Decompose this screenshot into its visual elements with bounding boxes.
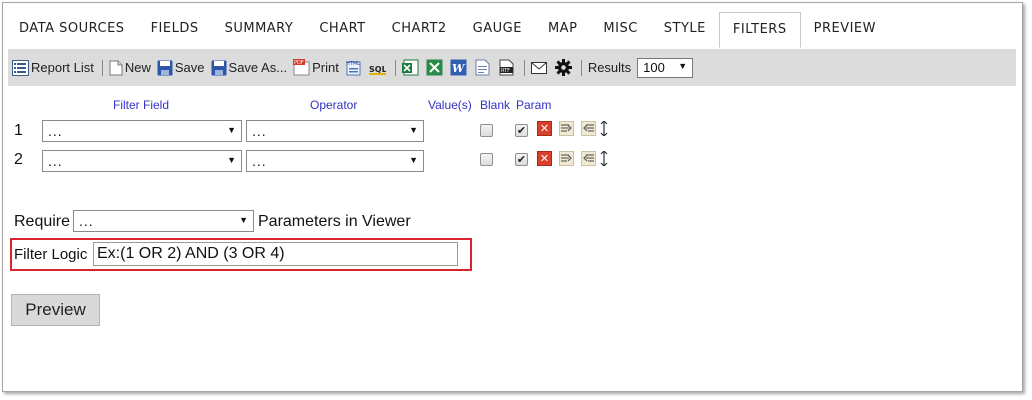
move-up-icon[interactable] xyxy=(559,151,574,166)
blank-checkbox[interactable] xyxy=(480,124,493,137)
print-label: Print xyxy=(312,60,339,75)
filter-field-select[interactable]: ... ▼ xyxy=(42,150,242,172)
param-checkbox[interactable]: ✔ xyxy=(515,124,528,137)
html-export-button[interactable]: HTML xyxy=(345,59,362,76)
email-button[interactable] xyxy=(531,59,548,76)
chevron-down-icon: ▼ xyxy=(227,155,236,165)
header-blank: Blank xyxy=(480,98,511,112)
save-button[interactable]: Save xyxy=(157,60,205,76)
svg-text:W: W xyxy=(452,62,466,75)
move-up-icon[interactable] xyxy=(559,121,574,136)
results-label: Results xyxy=(587,60,632,75)
excel-alt-export-button[interactable] xyxy=(426,59,443,76)
results-select[interactable]: 100 ▼ xyxy=(637,57,694,78)
filter-field-value: ... xyxy=(48,123,63,139)
excel-export-button[interactable] xyxy=(401,59,419,76)
chevron-down-icon: ▼ xyxy=(227,125,236,135)
header-values: Value(s) xyxy=(428,98,472,112)
operator-select[interactable]: ... ▼ xyxy=(246,120,424,142)
filter-field-value: ... xyxy=(48,153,63,169)
report-list-label: Report List xyxy=(31,60,94,75)
save-icon xyxy=(157,60,173,75)
print-button[interactable]: PDF Print xyxy=(293,59,339,76)
chevron-down-icon: ▼ xyxy=(409,125,418,135)
move-down-icon[interactable] xyxy=(581,151,596,166)
filter-logic-label: Filter Logic xyxy=(14,246,88,263)
toolbar-divider xyxy=(580,59,582,76)
svg-text:SQL: SQL xyxy=(369,65,386,74)
blank-checkbox[interactable] xyxy=(480,153,493,166)
require-suffix: Parameters in Viewer xyxy=(258,213,411,230)
toolbar: Report List New Save Save As... PDF Prin… xyxy=(8,49,1016,86)
operator-value: ... xyxy=(252,153,267,169)
tab-misc[interactable]: MISC xyxy=(590,12,650,48)
sql-icon: SQL xyxy=(368,65,386,75)
drag-handle-icon[interactable] xyxy=(599,151,609,166)
report-list-button[interactable]: Report List xyxy=(12,59,94,76)
filter-row-number: 2 xyxy=(14,151,23,168)
gear-icon xyxy=(554,59,572,76)
sql-button[interactable]: SQL xyxy=(368,59,386,76)
new-label: New xyxy=(124,60,151,75)
drag-handle-icon[interactable] xyxy=(599,121,609,136)
tab-style[interactable]: STYLE xyxy=(651,12,719,48)
require-label: Require xyxy=(14,213,71,230)
settings-button[interactable] xyxy=(554,59,572,76)
report-list-icon xyxy=(12,59,29,76)
save-label: Save xyxy=(174,60,205,75)
svg-text:RTF: RTF xyxy=(501,68,510,74)
results-value: 100 xyxy=(643,59,665,75)
operator-value: ... xyxy=(252,123,267,139)
move-down-icon[interactable] xyxy=(581,121,596,136)
filter-field-select[interactable]: ... ▼ xyxy=(42,120,242,142)
tab-bar: DATA SOURCES FIELDS SUMMARY CHART CHART2… xyxy=(6,12,1032,48)
tab-filters[interactable]: FILTERS xyxy=(718,12,801,48)
save-as-button[interactable]: Save As... xyxy=(211,60,288,76)
tab-map[interactable]: MAP xyxy=(535,12,590,48)
word-export-button[interactable]: W xyxy=(450,59,467,76)
svg-text:PDF: PDF xyxy=(294,60,304,66)
chevron-down-icon: ▼ xyxy=(678,60,688,71)
tab-preview[interactable]: PREVIEW xyxy=(801,12,889,48)
toolbar-divider xyxy=(394,59,396,76)
excel-icon xyxy=(401,59,419,76)
header-operator: Operator xyxy=(310,98,358,112)
save-as-label: Save As... xyxy=(228,60,288,75)
svg-text:HTML: HTML xyxy=(346,61,360,67)
html-icon: HTML xyxy=(346,61,361,76)
toolbar-divider xyxy=(101,59,103,76)
save-as-icon xyxy=(211,60,227,75)
pdf-print-icon: PDF xyxy=(293,59,310,76)
toolbar-divider xyxy=(523,59,525,76)
operator-select[interactable]: ... ▼ xyxy=(246,150,424,172)
require-select[interactable]: ... ▼ xyxy=(73,210,254,232)
new-button[interactable]: New xyxy=(109,60,151,76)
rtf-icon: RTF xyxy=(499,59,514,76)
tab-data-sources[interactable]: DATA SOURCES xyxy=(6,12,138,48)
tab-chart[interactable]: CHART xyxy=(306,12,378,48)
tab-gauge[interactable]: GAUGE xyxy=(460,12,535,48)
tab-fields[interactable]: FIELDS xyxy=(138,12,212,48)
param-checkbox[interactable]: ✔ xyxy=(515,153,528,166)
word-icon: W xyxy=(450,59,467,76)
delete-filter-icon[interactable]: ✕ xyxy=(537,121,552,136)
email-icon xyxy=(531,61,548,74)
header-filter-field: Filter Field xyxy=(113,98,170,112)
text-export-button[interactable] xyxy=(474,59,491,76)
chevron-down-icon: ▼ xyxy=(409,155,418,165)
filter-row-number: 1 xyxy=(14,122,23,139)
require-value: ... xyxy=(79,213,94,229)
tab-summary[interactable]: SUMMARY xyxy=(212,12,307,48)
text-icon xyxy=(475,59,490,76)
rtf-export-button[interactable]: RTF xyxy=(498,59,515,76)
filter-logic-input[interactable] xyxy=(93,242,458,266)
preview-button[interactable]: Preview xyxy=(11,294,100,326)
header-param: Param xyxy=(516,98,552,112)
delete-filter-icon[interactable]: ✕ xyxy=(537,151,552,166)
chevron-down-icon: ▼ xyxy=(239,215,248,225)
tab-chart2[interactable]: CHART2 xyxy=(379,12,460,48)
excel-alt-icon xyxy=(426,59,443,76)
new-icon xyxy=(109,60,123,75)
